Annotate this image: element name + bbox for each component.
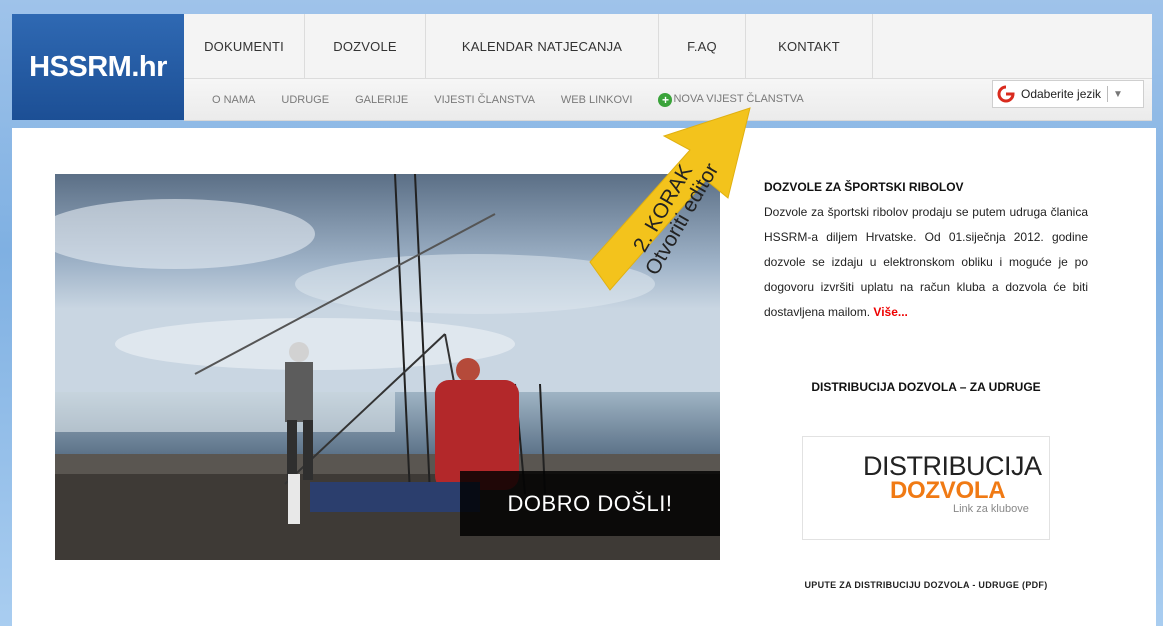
chevron-down-icon: ▼ — [1113, 88, 1123, 100]
navigation-bar: DOKUMENTI DOZVOLE KALENDAR NATJECANJA F.… — [184, 14, 1152, 121]
main-content: DOBRO DOŠLI! DOZVOLE ZA ŠPORTSKI RIBOLOV… — [12, 128, 1156, 626]
nav-dokumenti[interactable]: DOKUMENTI — [184, 14, 305, 78]
subnav-vijesti-clanstva[interactable]: VIJESTI ČLANSTVA — [434, 94, 535, 106]
nav-kontakt[interactable]: KONTAKT — [746, 14, 873, 78]
nova-vijest-label: NOVA VIJEST ČLANSTVA — [673, 92, 804, 105]
nav-faq[interactable]: F.AQ — [659, 14, 746, 78]
nav-dozvole[interactable]: DOZVOLE — [305, 14, 426, 78]
permits-title: DOZVOLE ZA ŠPORTSKI RIBOLOV — [764, 180, 964, 194]
nav-kalendar-natjecanja[interactable]: KALENDAR NATJECANJA — [426, 14, 659, 78]
site-logo[interactable]: HSSRM.hr — [12, 14, 184, 120]
subnav-nova-vijest-clanstva[interactable]: + NOVA VIJEST ČLANSTVA — [658, 92, 804, 107]
hero-image[interactable]: DOBRO DOŠLI! — [55, 174, 720, 560]
banner-line2: DOZVOLA — [890, 477, 1006, 504]
plus-icon: + — [658, 92, 673, 107]
permits-section: DOZVOLE ZA ŠPORTSKI RIBOLOV Dozvole za š… — [764, 180, 1088, 325]
language-select[interactable]: Odaberite jezik ▼ — [992, 80, 1144, 108]
welcome-caption: DOBRO DOŠLI! — [460, 471, 720, 536]
permits-text: Dozvole za športski ribolov prodaju se p… — [764, 200, 1088, 325]
subnav-galerije[interactable]: GALERIJE — [355, 94, 408, 106]
subnav-o-nama[interactable]: O NAMA — [212, 94, 255, 106]
select-divider — [1107, 86, 1109, 102]
translate-icon — [997, 85, 1015, 103]
main-nav: DOKUMENTI DOZVOLE KALENDAR NATJECANJA F.… — [184, 14, 1152, 79]
subnav-web-linkovi[interactable]: WEB LINKOVI — [561, 94, 633, 106]
banner-line3: Link za klubove — [953, 503, 1029, 515]
language-select-label: Odaberite jezik — [1021, 87, 1102, 101]
distribution-banner[interactable]: DISTRIBUCIJA DOZVOLA Link za klubove — [802, 436, 1050, 540]
more-link[interactable]: Više... — [873, 305, 907, 319]
permits-body: Dozvole za športski ribolov prodaju se p… — [764, 205, 1088, 319]
subnav-udruge[interactable]: UDRUGE — [281, 94, 329, 106]
pdf-instructions-link[interactable]: UPUTE ZA DISTRIBUCIJU DOZVOLA - UDRUGE (… — [764, 580, 1088, 590]
distribution-title: DISTRIBUCIJA DOZVOLA – ZA UDRUGE — [811, 380, 1041, 394]
